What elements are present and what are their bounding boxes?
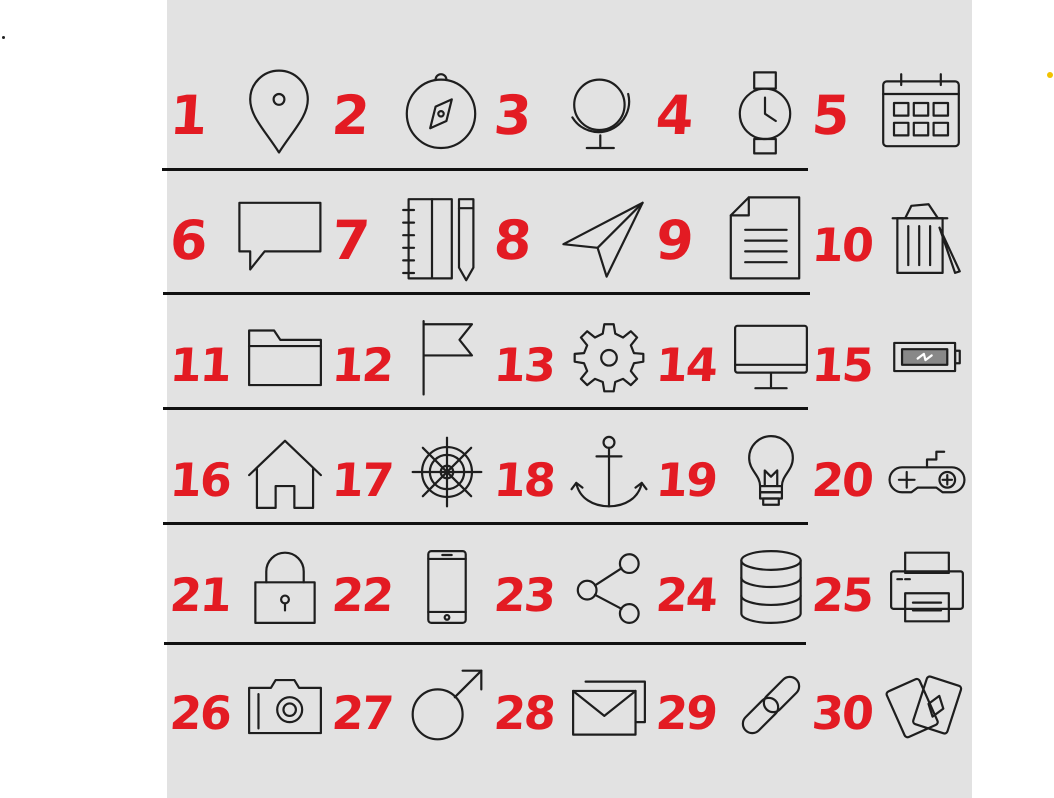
padlock-icon bbox=[246, 548, 324, 626]
flag-icon bbox=[408, 318, 486, 396]
cell-number: 10 bbox=[810, 218, 874, 272]
icon-cell-29: 29 bbox=[654, 648, 818, 758]
wristwatch-icon bbox=[720, 67, 810, 157]
icon-cell-20: 20 bbox=[810, 415, 974, 525]
home-icon bbox=[246, 433, 324, 511]
icon-cell-2: 2 bbox=[329, 55, 494, 165]
cell-number: 28 bbox=[492, 686, 556, 740]
cell-number: 22 bbox=[330, 568, 394, 622]
icon-cell-4: 4 bbox=[653, 55, 818, 165]
cell-number: 12 bbox=[330, 338, 394, 392]
paper-plane-icon bbox=[558, 192, 648, 282]
cell-number: 17 bbox=[330, 453, 394, 507]
calendar-icon bbox=[876, 67, 966, 157]
icon-cell-12: 12 bbox=[330, 300, 494, 410]
male-symbol-icon bbox=[408, 666, 486, 744]
notebook-pen-icon bbox=[396, 192, 486, 282]
database-icon bbox=[732, 548, 810, 626]
cell-number: 24 bbox=[654, 568, 718, 622]
folder-icon bbox=[246, 318, 324, 396]
cell-number: 6 bbox=[167, 209, 208, 272]
envelopes-icon bbox=[570, 666, 648, 744]
icon-cell-7: 7 bbox=[329, 180, 494, 290]
cell-number: 20 bbox=[810, 453, 874, 507]
icon-cell-23: 23 bbox=[492, 530, 656, 640]
icon-cell-8: 8 bbox=[491, 180, 656, 290]
cell-number: 2 bbox=[329, 84, 370, 147]
anchor-icon bbox=[570, 433, 648, 511]
icon-cell-15: 15 bbox=[810, 300, 974, 410]
cell-number: 1 bbox=[167, 84, 208, 147]
cell-number: 19 bbox=[654, 453, 718, 507]
cell-number: 26 bbox=[168, 686, 232, 740]
cell-number: 27 bbox=[330, 686, 394, 740]
icon-cell-28: 28 bbox=[492, 648, 656, 758]
icon-cell-11: 11 bbox=[168, 300, 332, 410]
icon-cell-3: 3 bbox=[491, 55, 656, 165]
icon-cell-25: 25 bbox=[810, 530, 974, 640]
cell-number: 21 bbox=[168, 568, 232, 622]
share-icon bbox=[570, 548, 648, 626]
cell-number: 3 bbox=[491, 84, 532, 147]
cell-number: 13 bbox=[492, 338, 556, 392]
cell-number: 5 bbox=[809, 84, 850, 147]
icon-cell-26: 26 bbox=[168, 648, 332, 758]
row-separator bbox=[163, 292, 810, 295]
cell-number: 23 bbox=[492, 568, 556, 622]
cell-number: 8 bbox=[491, 209, 532, 272]
cell-number: 25 bbox=[810, 568, 874, 622]
cell-number: 11 bbox=[168, 338, 232, 392]
battery-icon bbox=[888, 318, 966, 396]
chain-link-icon bbox=[732, 666, 810, 744]
icon-cell-6: 6 bbox=[167, 180, 332, 290]
ship-wheel-icon bbox=[408, 433, 486, 511]
trash-bin-icon bbox=[888, 198, 966, 276]
icon-cell-22: 22 bbox=[330, 530, 494, 640]
row-separator bbox=[164, 642, 806, 645]
document-icon bbox=[720, 192, 810, 282]
yellow-dot bbox=[1047, 72, 1053, 78]
icon-cell-24: 24 bbox=[654, 530, 818, 640]
icon-cell-9: 9 bbox=[653, 180, 818, 290]
icon-cell-13: 13 bbox=[492, 300, 656, 410]
gamepad-icon bbox=[888, 433, 966, 511]
icon-cell-27: 27 bbox=[330, 648, 494, 758]
globe-icon bbox=[558, 67, 648, 157]
icon-cell-19: 19 bbox=[654, 415, 818, 525]
chat-bubble-icon bbox=[234, 192, 324, 282]
monitor-icon bbox=[732, 318, 810, 396]
row-separator bbox=[162, 168, 808, 171]
gear-icon bbox=[570, 318, 648, 396]
icon-cell-17: 17 bbox=[330, 415, 494, 525]
cell-number: 15 bbox=[810, 338, 874, 392]
cell-number: 16 bbox=[168, 453, 232, 507]
printer-icon bbox=[888, 548, 966, 626]
map-pin-icon bbox=[234, 67, 324, 157]
icon-cell-14: 14 bbox=[654, 300, 818, 410]
cell-number: 14 bbox=[654, 338, 718, 392]
light-bulb-icon bbox=[732, 433, 810, 511]
stray-dot bbox=[2, 36, 5, 39]
cell-number: 7 bbox=[329, 209, 370, 272]
cell-number: 18 bbox=[492, 453, 556, 507]
icon-cell-30: 30 bbox=[810, 648, 974, 758]
cell-number: 30 bbox=[810, 686, 874, 740]
icon-cell-18: 18 bbox=[492, 415, 656, 525]
cell-number: 4 bbox=[653, 84, 694, 147]
cell-number: 29 bbox=[654, 686, 718, 740]
smartphone-icon bbox=[408, 548, 486, 626]
icon-cell-10: 10 bbox=[810, 180, 974, 290]
playing-cards-icon bbox=[888, 666, 966, 744]
cell-number: 9 bbox=[653, 209, 694, 272]
icon-cell-5: 5 bbox=[809, 55, 974, 165]
icon-cell-16: 16 bbox=[168, 415, 332, 525]
icon-cell-1: 1 bbox=[167, 55, 332, 165]
camera-icon bbox=[246, 666, 324, 744]
icon-cell-21: 21 bbox=[168, 530, 332, 640]
compass-icon bbox=[396, 67, 486, 157]
